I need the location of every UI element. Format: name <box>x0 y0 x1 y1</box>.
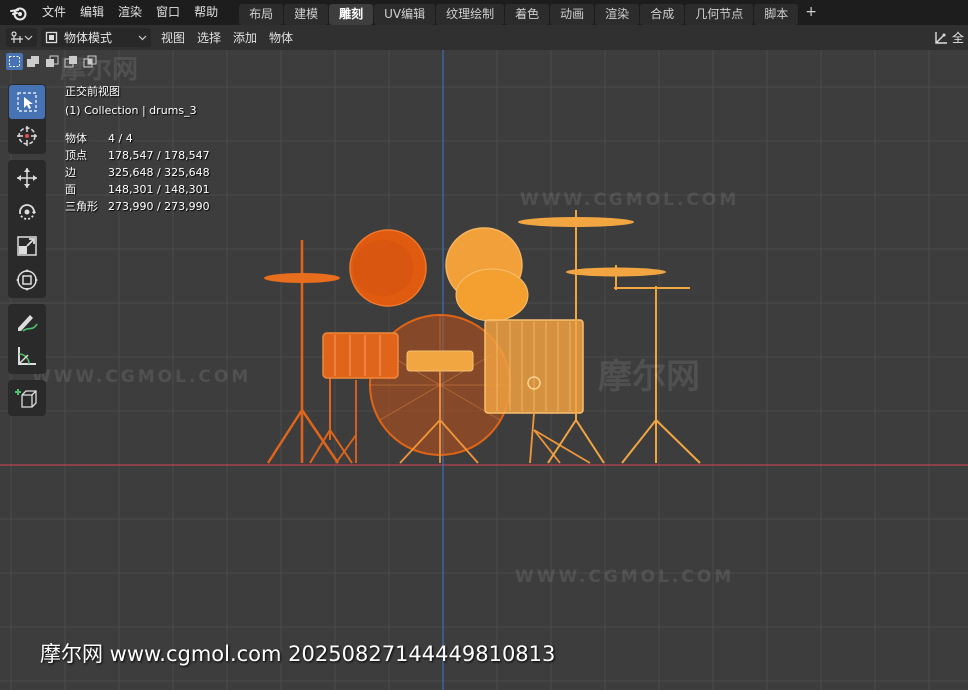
select-box-icon <box>17 92 37 112</box>
top-menu-bar: 文件 编辑 渲染 窗口 帮助 布局 建模 雕刻 UV编辑 纹理绘制 着色 动画 … <box>0 0 968 25</box>
menu-render[interactable]: 渲染 <box>111 0 149 25</box>
tab-layout[interactable]: 布局 <box>239 4 284 25</box>
chevron-down-icon <box>24 35 33 41</box>
tab-geometry-nodes[interactable]: 几何节点 <box>685 4 754 25</box>
move-tool[interactable] <box>9 161 45 195</box>
move-icon <box>17 168 37 188</box>
tab-texture-paint[interactable]: 纹理绘制 <box>436 4 505 25</box>
cursor-tool[interactable] <box>9 119 45 153</box>
tab-shading[interactable]: 着色 <box>505 4 550 25</box>
measure-tool[interactable] <box>9 339 45 373</box>
stat-row: 三角形 273,990 / 273,990 <box>65 198 210 215</box>
tab-rendering[interactable]: 渲染 <box>595 4 640 25</box>
tab-animation[interactable]: 动画 <box>550 4 595 25</box>
select-box-tool[interactable] <box>9 85 45 119</box>
stat-value: 148,301 / 148,301 <box>108 183 210 196</box>
scale-tool[interactable] <box>9 229 45 263</box>
stat-row: 物体 4 / 4 <box>65 130 210 147</box>
stat-label: 顶点 <box>65 149 87 162</box>
tool-shelf <box>8 84 46 422</box>
stat-label: 边 <box>65 166 76 179</box>
mode-select[interactable]: 物体模式 <box>41 28 151 47</box>
tab-compositing[interactable]: 合成 <box>640 4 685 25</box>
annotate-icon <box>18 315 38 332</box>
global-label[interactable]: 全 <box>952 29 964 46</box>
watermark-footer: 摩尔网 www.cgmol.com 20250827144449810813 <box>40 642 556 666</box>
stat-value: 178,547 / 178,547 <box>108 149 210 162</box>
cursor-icon <box>17 126 37 146</box>
watermark-text: WWW.CGMOL.COM <box>520 190 739 210</box>
blender-logo-icon[interactable] <box>9 3 29 23</box>
stat-value: 4 / 4 <box>108 132 133 145</box>
viewport-info-overlay: 正交前视图 (1) Collection | drums_3 <box>65 84 197 119</box>
select-subtract-icon[interactable] <box>44 53 61 70</box>
tab-sculpting[interactable]: 雕刻 <box>329 4 374 25</box>
scale-icon <box>17 236 37 256</box>
stat-row: 顶点 178,547 / 178,547 <box>65 147 210 164</box>
menu-help[interactable]: 帮助 <box>187 0 225 25</box>
transform-icon <box>16 269 38 291</box>
select-new-icon[interactable] <box>6 53 23 70</box>
collection-label: (1) Collection | drums_3 <box>65 104 197 117</box>
tab-modeling[interactable]: 建模 <box>284 4 329 25</box>
workspace-tabs: 布局 建模 雕刻 UV编辑 纹理绘制 着色 动画 渲染 合成 几何节点 脚本 + <box>239 0 823 25</box>
scene-statistics: 物体 4 / 4 顶点 178,547 / 178,547 边 325,648 … <box>65 130 210 215</box>
rotate-tool[interactable] <box>9 195 45 229</box>
stat-label: 三角形 <box>65 200 98 213</box>
tab-scripting[interactable]: 脚本 <box>754 4 799 25</box>
tab-uv-editing[interactable]: UV编辑 <box>374 4 436 25</box>
select-extend-icon[interactable] <box>25 53 42 70</box>
measure-icon <box>18 347 36 365</box>
rotate-icon <box>19 204 36 220</box>
viewport-header: 物体模式 视图 选择 添加 物体 全 <box>0 25 968 50</box>
menu-file[interactable]: 文件 <box>35 0 73 25</box>
transform-orientation-icon[interactable] <box>933 30 949 46</box>
svg-text:摩尔网: 摩尔网 <box>598 357 700 397</box>
selection-mode-strip <box>6 53 99 71</box>
stat-row: 边 325,648 / 325,648 <box>65 164 210 181</box>
stat-label: 物体 <box>65 132 87 145</box>
editor-type-button[interactable] <box>6 28 37 47</box>
stat-label: 面 <box>65 183 76 196</box>
object-mode-icon <box>45 31 58 44</box>
view-name: 正交前视图 <box>65 85 120 98</box>
stat-value: 325,648 / 325,648 <box>108 166 210 179</box>
header-right: 全 <box>933 25 968 50</box>
select-invert-icon[interactable] <box>63 53 80 70</box>
mode-label: 物体模式 <box>64 31 113 45</box>
chevron-down-icon <box>138 35 147 41</box>
svg-text:WWW.CGMOL.COM: WWW.CGMOL.COM <box>515 567 734 587</box>
add-cube-icon <box>15 389 37 408</box>
annotate-tool[interactable] <box>9 305 45 339</box>
select-intersect-icon[interactable] <box>82 53 99 70</box>
stat-row: 面 148,301 / 148,301 <box>65 181 210 198</box>
menu-object[interactable]: 物体 <box>263 29 299 46</box>
menu-select[interactable]: 选择 <box>191 29 227 46</box>
add-cube-tool[interactable] <box>9 381 45 415</box>
menu-edit[interactable]: 编辑 <box>73 0 111 25</box>
orientation-icon <box>11 30 23 43</box>
svg-text:WWW.CGMOL.COM: WWW.CGMOL.COM <box>32 367 251 387</box>
stat-value: 273,990 / 273,990 <box>108 200 210 213</box>
menu-view[interactable]: 视图 <box>155 29 191 46</box>
transform-tool[interactable] <box>9 263 45 297</box>
add-workspace-button[interactable]: + <box>799 0 823 25</box>
menu-window[interactable]: 窗口 <box>149 0 187 25</box>
menu-add[interactable]: 添加 <box>227 29 263 46</box>
